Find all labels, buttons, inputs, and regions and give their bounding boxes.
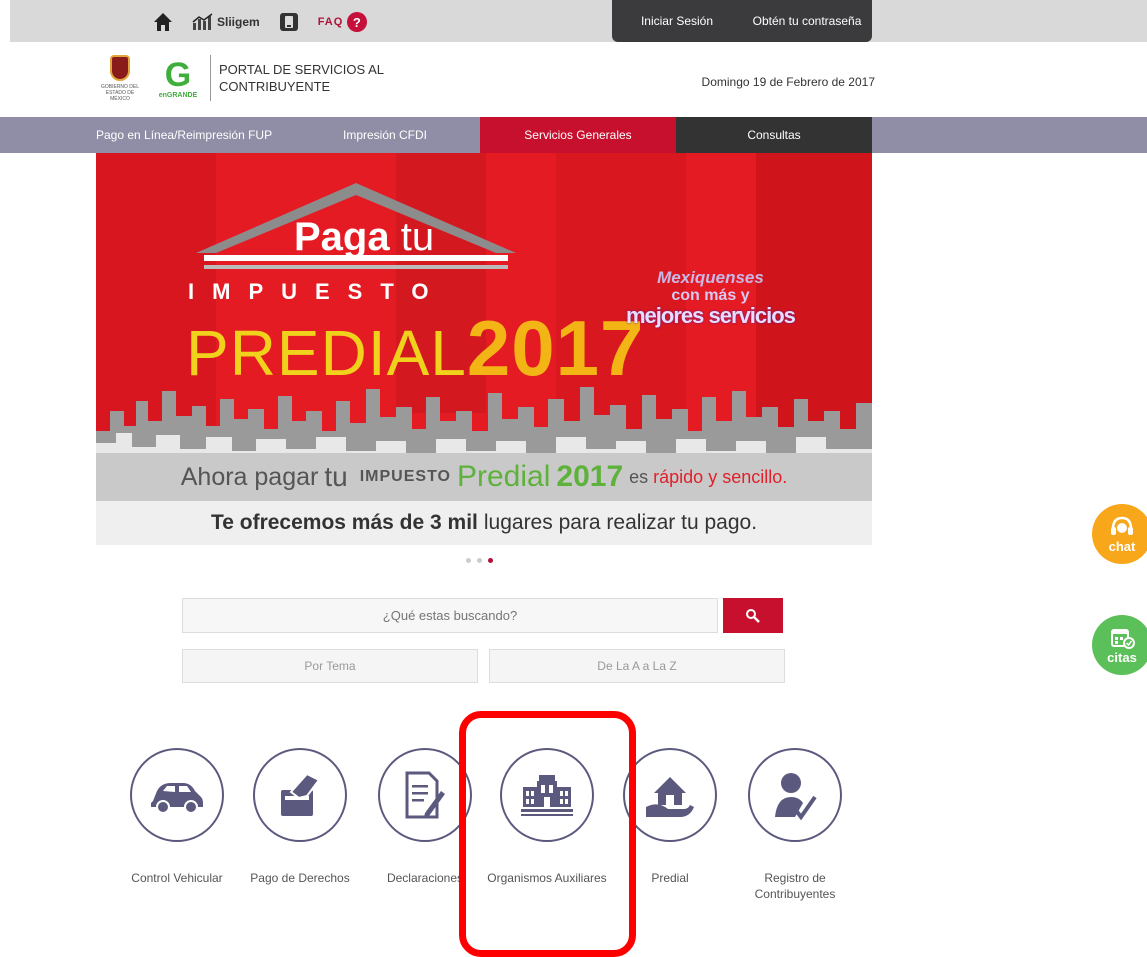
service-label: Pago de Derechos	[250, 871, 350, 885]
search-icon	[746, 608, 760, 623]
banner-line-1: Ahora pagar tu IMPUESTO Predial 2017 es …	[96, 453, 872, 501]
divider	[210, 55, 211, 101]
banner-tu: tu	[400, 215, 435, 259]
chat-label: chat	[1108, 538, 1136, 554]
line1-rapido: rápido y sencillo.	[653, 466, 788, 487]
faq-link[interactable]: FAQ ?	[318, 12, 368, 32]
service-pago-de-derechos[interactable]: Pago de Derechos	[250, 748, 350, 886]
appointments-button[interactable]: citas	[1092, 615, 1147, 675]
service-label: Control Vehicular	[131, 871, 223, 885]
service-circle[interactable]	[623, 748, 717, 842]
line1-ahora: Ahora pagar	[180, 462, 319, 491]
login-box: Iniciar Sesión Obtén tu contraseña	[612, 0, 872, 42]
seal-icon	[110, 54, 130, 81]
carousel-dot-active[interactable]	[488, 558, 493, 563]
line1-es: es	[629, 466, 649, 487]
service-circle[interactable]	[748, 748, 842, 842]
current-date: Domingo 19 de Febrero de 2017	[701, 75, 875, 89]
nav-item-consultas[interactable]: Consultas	[676, 117, 872, 153]
sliigem-label: Sliigem	[217, 15, 260, 29]
gov-logo[interactable]: GOBIERNO DEL ESTADO DE MÉXICO	[96, 54, 144, 102]
nav-item-impresion-cfdi[interactable]: Impresión CFDI	[290, 117, 480, 153]
carousel-dot[interactable]	[466, 558, 471, 563]
engrande-letter: G	[164, 55, 192, 94]
banner-paga: Paga	[294, 215, 390, 259]
portal-title: PORTAL DE SERVICIOS AL CONTRIBUYENTE	[219, 62, 384, 94]
filter-a-to-z[interactable]: De La A a La Z	[489, 649, 785, 683]
nav-item-pago-en-linea[interactable]: Pago en Línea/Reimpresión FUP	[96, 117, 290, 153]
line1-year: 2017	[556, 460, 624, 493]
payment-card-icon	[281, 772, 321, 816]
banner-impuesto: IMPUESTO	[188, 279, 447, 304]
document-pen-icon	[405, 771, 445, 819]
get-password-link[interactable]: Obtén tu contraseña	[742, 14, 872, 28]
sliigem-link[interactable]: Sliigem	[192, 13, 260, 31]
service-circle[interactable]	[378, 748, 472, 842]
phone-icon[interactable]	[278, 11, 300, 33]
filter-by-topic[interactable]: Por Tema	[182, 649, 478, 683]
engrande-logo: G enGRANDE	[150, 58, 206, 99]
headset-icon	[1111, 516, 1133, 535]
nav-item-servicios-generales[interactable]: Servicios Generales	[480, 117, 676, 153]
person-check-icon	[775, 773, 817, 821]
banner-slogan: Mexiquenses con más y mejores servicios	[626, 268, 796, 328]
slogan-line-2: con más y	[671, 287, 750, 304]
home-icon[interactable]	[152, 11, 174, 33]
carousel-dot[interactable]	[477, 558, 482, 563]
service-circle[interactable]	[130, 748, 224, 842]
search-input[interactable]	[182, 598, 718, 633]
service-label: Registro de Contribuyentes	[754, 871, 836, 901]
question-icon: ?	[347, 12, 368, 32]
line1-tu: tu	[324, 461, 348, 492]
header-logos: GOBIERNO DEL ESTADO DE MÉXICO G enGRANDE…	[96, 48, 479, 108]
highlight-box	[459, 711, 636, 957]
slogan-line-3: mejores servicios	[626, 303, 796, 328]
page: { "topbar": { "sliigem_label": "Sliigem"…	[0, 0, 1147, 957]
citas-label: citas	[1107, 649, 1137, 665]
carousel-dots	[466, 558, 493, 563]
chat-button[interactable]: chat	[1092, 504, 1147, 564]
hero-banner[interactable]: Paga tu IMPUESTO PREDIAL2017 Mexiquenses…	[96, 153, 872, 545]
line2-rest: lugares para realizar tu pago.	[483, 511, 758, 534]
main-nav: Pago en Línea/Reimpresión FUP Impresión …	[96, 117, 872, 153]
search-button[interactable]	[723, 598, 783, 633]
calendar-check-icon	[1111, 628, 1135, 649]
line2-bold: Te ofrecemos más de 3 mil	[210, 511, 478, 534]
faq-label: FAQ	[317, 16, 344, 28]
service-circle[interactable]	[253, 748, 347, 842]
service-control-vehicular[interactable]: Control Vehicular	[127, 748, 227, 886]
login-link[interactable]: Iniciar Sesión	[612, 14, 742, 28]
line1-predial: Predial	[457, 460, 551, 493]
city-skyline-graphic	[96, 387, 872, 463]
chart-icon	[192, 13, 213, 30]
car-icon	[151, 783, 203, 814]
slogan-line-1: Mexiquenses	[657, 268, 764, 287]
gov-logo-text: GOBIERNO DEL ESTADO DE MÉXICO	[100, 83, 140, 102]
top-icons: Sliigem FAQ ?	[152, 8, 368, 36]
line1-impuesto: IMPUESTO	[359, 468, 451, 485]
service-registro-contribuyentes[interactable]: Registro de Contribuyentes	[745, 748, 845, 902]
house-hand-icon	[646, 777, 694, 817]
banner-line-2: Te ofrecemos más de 3 mil lugares para r…	[96, 501, 872, 545]
banner-paga-tu: Paga tu	[294, 215, 434, 260]
engrande-text: enGRANDE	[158, 91, 198, 99]
